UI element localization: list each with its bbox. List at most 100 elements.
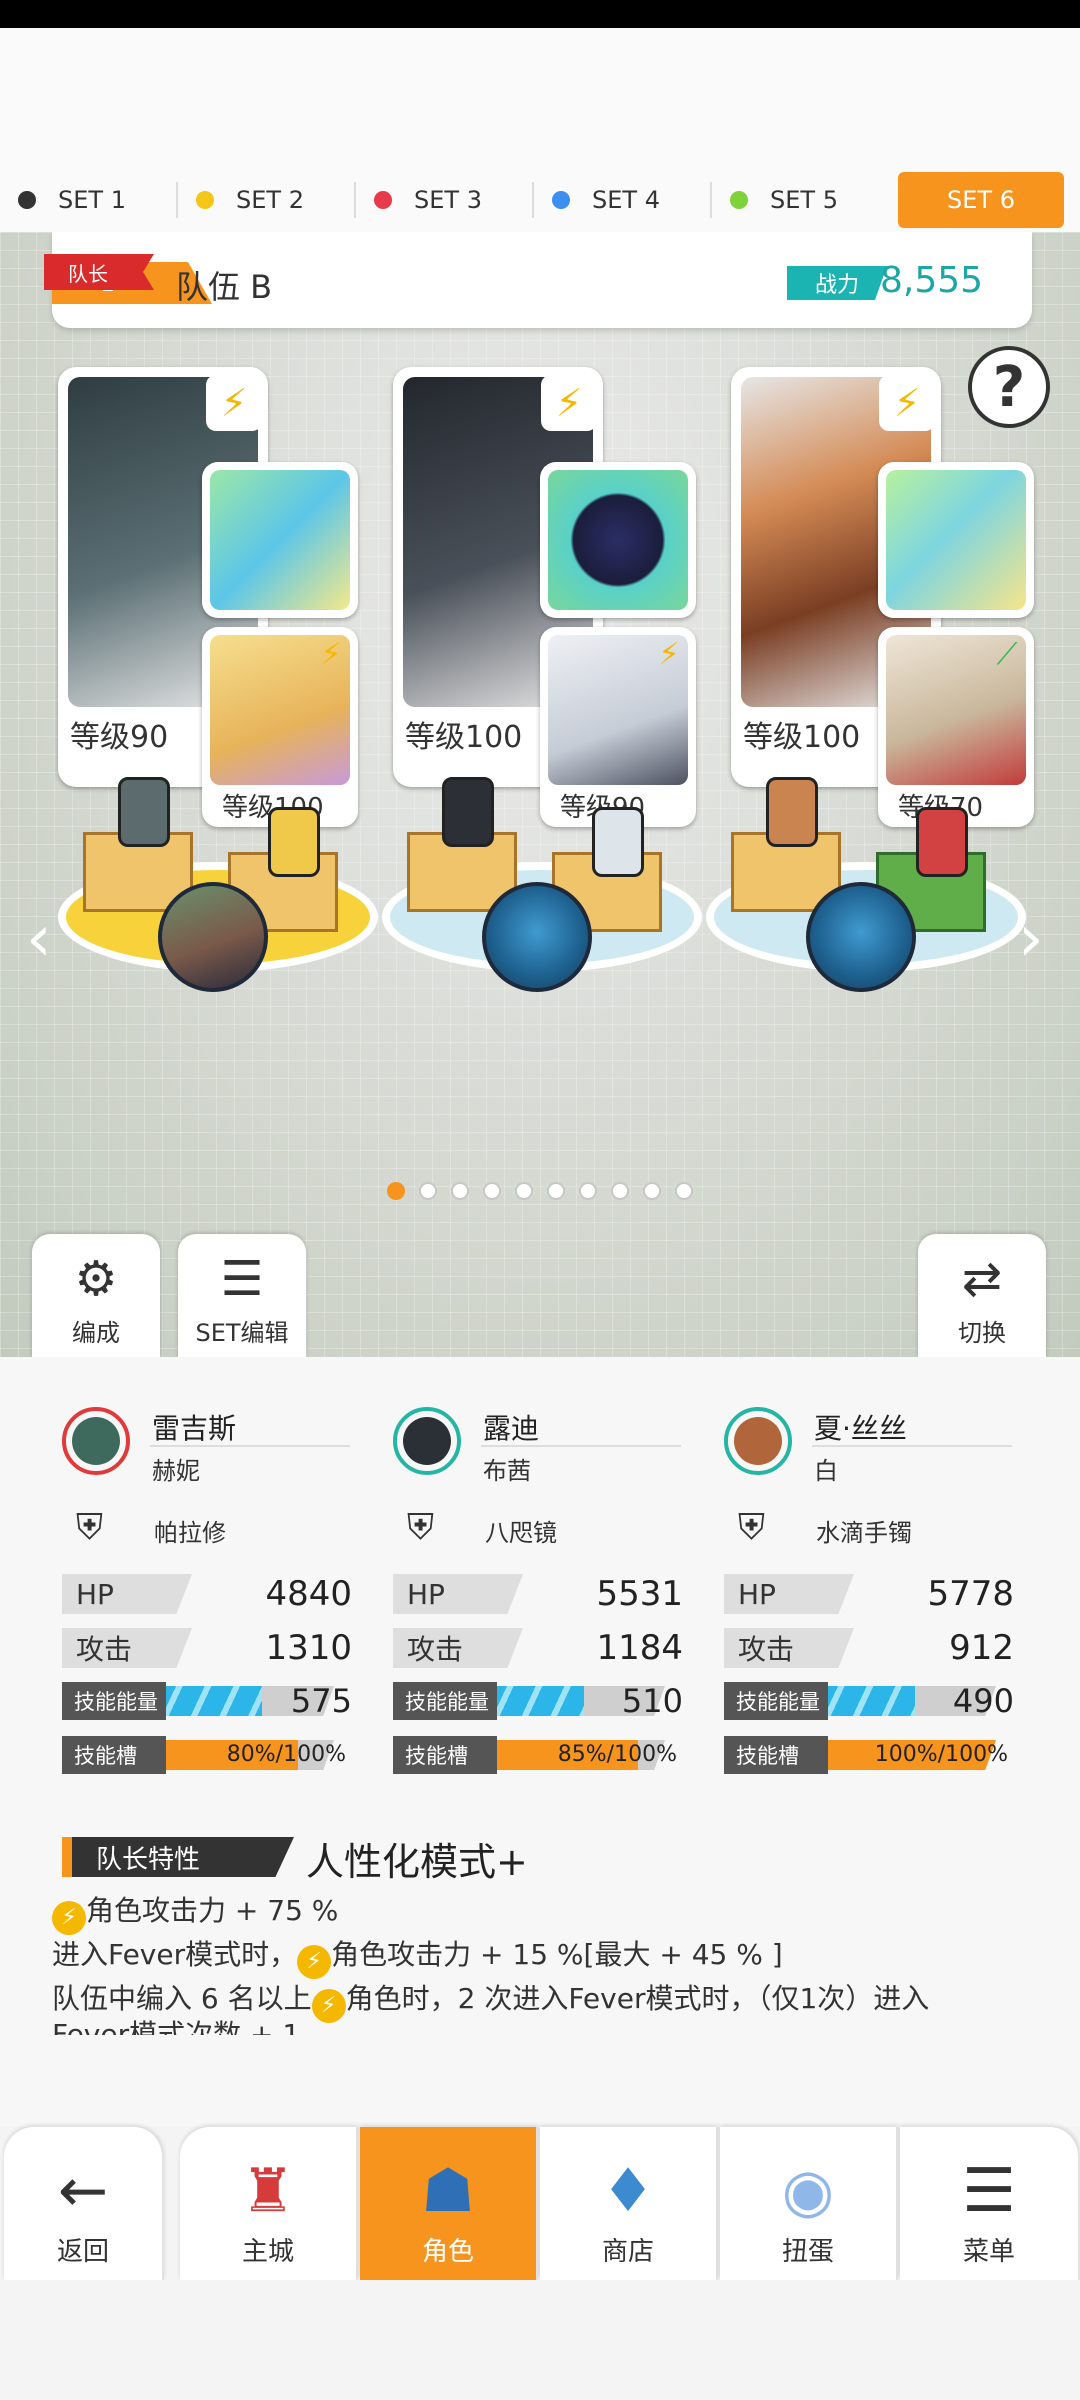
back-arrow-icon: ←	[57, 2156, 109, 2226]
chevron-left-icon[interactable]: ‹	[26, 902, 52, 976]
tab-set-3[interactable]: SET 3	[356, 172, 534, 228]
nav-character[interactable]: ☗ 角色	[360, 2127, 538, 2280]
stats-panel: 雷吉斯 赫妮 ⛨ 帕拉修 HP 4840 攻击 1310 技能能量 575 技能…	[0, 1357, 1080, 2127]
set-5-dot-icon	[730, 191, 748, 209]
set-tabs: SET 1 SET 2 SET 3 SET 4 SET 5 SET 6	[0, 168, 1080, 232]
equipment-sprite	[806, 882, 916, 992]
attack-row: 攻击 912	[724, 1628, 1014, 1668]
page-dot[interactable]	[483, 1182, 501, 1200]
page-dot[interactable]	[515, 1182, 533, 1200]
equipment-name: 八咫镜	[485, 1519, 557, 1547]
switch-arrows-icon: ⇄	[961, 1251, 1003, 1307]
character-name: 雷吉斯	[152, 1412, 237, 1445]
character-sprite	[118, 777, 170, 847]
skill-slot-row: 技能槽 80%/100%	[62, 1736, 352, 1774]
lightning-icon: ⚡	[297, 1944, 332, 1979]
leader-trait-tag: 队长特性	[62, 1837, 294, 1877]
hp-value: 5531	[596, 1574, 683, 1614]
page-dot[interactable]	[579, 1182, 597, 1200]
bracelet-equipment-icon	[886, 470, 1026, 610]
page-dot[interactable]	[451, 1182, 469, 1200]
tab-set-1[interactable]: SET 1	[0, 172, 178, 228]
leaf-icon: ⟋	[996, 636, 1018, 672]
platform-2	[382, 777, 702, 992]
skill-energy-row: 技能能量 490	[724, 1682, 1014, 1720]
equipment-card-3[interactable]	[878, 462, 1034, 618]
avatar[interactable]	[393, 1407, 461, 1475]
axe-weapon-icon	[210, 470, 350, 610]
attack-value: 1310	[265, 1628, 352, 1668]
character-level: 等级100	[405, 720, 523, 755]
formation-button[interactable]: ⚙ 编成	[32, 1234, 160, 1357]
avatar[interactable]	[724, 1407, 792, 1475]
hp-row: HP 4840	[62, 1574, 352, 1614]
set-2-dot-icon	[196, 191, 214, 209]
sub-character-sprite	[916, 807, 968, 877]
sub-character-name: 布茜	[483, 1457, 531, 1485]
gacha-icon: ◉	[781, 2156, 835, 2226]
team-name[interactable]: 队伍 B	[176, 262, 272, 308]
nav-menu[interactable]: ☰ 菜单	[900, 2127, 1080, 2280]
equipment-card-1[interactable]	[202, 462, 358, 618]
character-icon: ☗	[421, 2156, 475, 2226]
leader-badge: 队长	[44, 254, 154, 290]
page-indicator	[0, 1182, 1080, 1200]
page-dot[interactable]	[547, 1182, 565, 1200]
set-4-dot-icon	[552, 191, 570, 209]
power-label: 战力	[787, 266, 887, 300]
lightning-icon: ⚡	[541, 375, 597, 431]
equipment-icon: ⛨	[407, 1507, 435, 1548]
trait-line-1: ⚡ 角色攻击力 + 75 %	[52, 1889, 338, 1935]
page-dot[interactable]	[611, 1182, 629, 1200]
equipment-name: 帕拉修	[154, 1519, 226, 1547]
bottom-nav: ← 返回 ♜ 主城 ☗ 角色 ♦ 商店 ◉ 扭蛋 ☰ 菜单	[0, 2127, 1080, 2280]
tab-set-6[interactable]: SET 6	[898, 172, 1064, 228]
footer-spacer	[0, 2280, 1080, 2400]
character-sprite	[442, 777, 494, 847]
skill-energy-row: 技能能量 575	[62, 1682, 352, 1720]
status-bar	[0, 0, 1080, 28]
set-1-dot-icon	[18, 191, 36, 209]
page-dot-active[interactable]	[387, 1182, 405, 1200]
skill-energy-bar	[816, 1686, 915, 1716]
character-level: 等级100	[743, 720, 861, 755]
lightning-icon: ⚡	[320, 636, 342, 672]
sub-character-sprite	[592, 807, 644, 877]
set-edit-button[interactable]: ☰ SET编辑	[178, 1234, 306, 1357]
skill-slot-value: 85%/100%	[557, 1742, 677, 1767]
lightning-icon: ⚡	[206, 375, 262, 431]
tab-set-2[interactable]: SET 2	[178, 172, 356, 228]
formation-gear-icon: ⚙	[74, 1251, 118, 1307]
top-spacer	[0, 28, 1080, 168]
character-level: 等级90	[70, 720, 169, 755]
page-dot[interactable]	[643, 1182, 661, 1200]
switch-button[interactable]: ⇄ 切换	[918, 1234, 1046, 1357]
sub-character-name: 赫妮	[152, 1457, 200, 1485]
equipment-icon: ⛨	[738, 1507, 766, 1548]
character-sprite	[766, 777, 818, 847]
hp-row: HP 5778	[724, 1574, 1014, 1614]
tab-set-4[interactable]: SET 4	[534, 172, 712, 228]
skill-energy-value: 510	[621, 1682, 683, 1720]
skill-slot-row: 技能槽 100%/100%	[724, 1736, 1014, 1774]
avatar[interactable]	[62, 1407, 130, 1475]
page-dot[interactable]	[419, 1182, 437, 1200]
lightning-icon: ⚡	[52, 1900, 86, 1935]
chevron-right-icon[interactable]: ›	[1018, 902, 1044, 976]
lightning-icon: ⚡	[658, 636, 680, 672]
equipment-card-2[interactable]	[540, 462, 696, 618]
leader-trait-title: 人性化模式+	[306, 1840, 528, 1884]
nav-gacha[interactable]: ◉ 扭蛋	[720, 2127, 898, 2280]
hp-row: HP 5531	[393, 1574, 683, 1614]
page-dot[interactable]	[675, 1182, 693, 1200]
tab-set-5[interactable]: SET 5	[712, 172, 890, 228]
platform-3	[706, 777, 1026, 992]
lightning-icon: ⚡	[311, 1988, 346, 2023]
attack-value: 912	[949, 1628, 1014, 1668]
nav-main-city[interactable]: ♜ 主城	[180, 2127, 358, 2280]
nav-shop[interactable]: ♦ 商店	[540, 2127, 718, 2280]
help-button[interactable]: ?	[968, 346, 1050, 428]
lightning-icon: ⚡	[879, 375, 935, 431]
sub-character-sprite	[268, 807, 320, 877]
nav-back[interactable]: ← 返回	[4, 2127, 164, 2280]
